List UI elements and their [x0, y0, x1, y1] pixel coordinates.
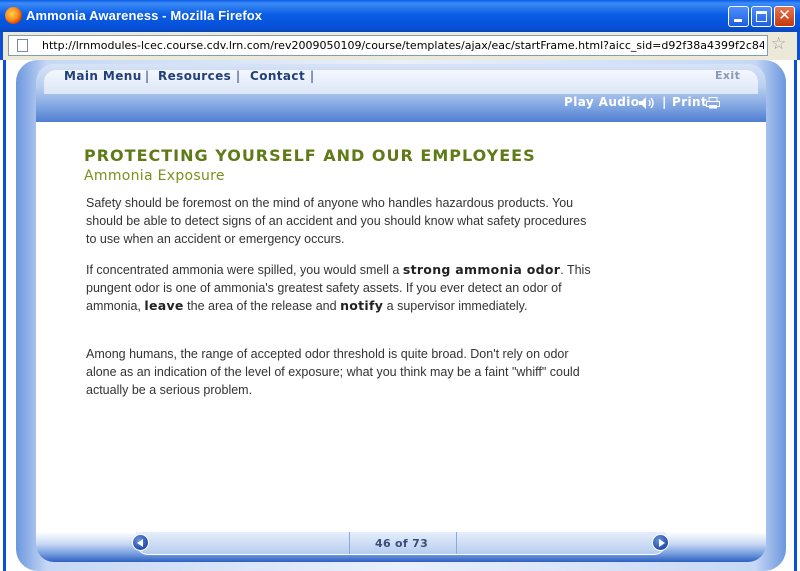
url-text[interactable]: http://lrnmodules-lcec.course.cdv.lrn.co… — [42, 39, 764, 52]
maximize-button[interactable] — [751, 6, 772, 27]
nav-separator: | — [236, 69, 241, 83]
page-heading: PROTECTING YOURSELF AND OUR EMPLOYEES — [84, 146, 536, 165]
bookmark-star-icon[interactable]: ☆ — [771, 34, 786, 54]
play-audio-link[interactable]: Play Audio — [564, 95, 639, 109]
pager-divider — [349, 532, 350, 554]
exit-link[interactable]: Exit — [715, 69, 740, 82]
minimize-button[interactable] — [728, 6, 749, 27]
page-subheading: Ammonia Exposure — [84, 168, 225, 184]
paragraph-odor: If concentrated ammonia were spilled, yo… — [86, 261, 591, 315]
next-arrow-icon — [659, 539, 665, 547]
emphasis-notify: notify — [340, 298, 384, 313]
emphasis-leave: leave — [144, 298, 184, 313]
next-page-button[interactable] — [652, 534, 669, 551]
print-link[interactable]: Print — [672, 95, 707, 109]
page-icon — [17, 39, 28, 52]
address-bar: http://lrnmodules-lcec.course.cdv.lrn.co… — [0, 32, 800, 60]
firefox-icon — [5, 7, 22, 24]
previous-page-button[interactable] — [132, 534, 149, 551]
text-span: the area of the release and — [183, 299, 341, 313]
window-title: Ammonia Awareness - Mozilla Firefox — [26, 8, 263, 23]
url-field[interactable]: http://lrnmodules-lcec.course.cdv.lrn.co… — [8, 35, 768, 56]
pager-divider — [456, 532, 457, 554]
nav-separator: | — [145, 69, 150, 83]
main-menu-link[interactable]: Main Menu — [64, 69, 142, 83]
prev-arrow-icon — [137, 539, 143, 547]
utility-separator: | — [662, 95, 667, 109]
close-icon: ✕ — [778, 6, 791, 24]
paragraph-safety: Safety should be foremost on the mind of… — [86, 196, 587, 246]
browser-content: Main Menu | Resources | Contact | Exit P… — [3, 60, 797, 571]
nav-separator: | — [310, 69, 315, 83]
maximize-icon — [756, 11, 767, 22]
speaker-icon[interactable] — [638, 96, 656, 110]
page-counter: 46 of 73 — [375, 537, 429, 550]
window-titlebar[interactable]: Ammonia Awareness - Mozilla Firefox ✕ — [0, 0, 800, 32]
contact-link[interactable]: Contact — [250, 69, 305, 83]
printer-icon[interactable] — [706, 97, 720, 109]
paragraph-threshold: Among humans, the range of accepted odor… — [86, 347, 580, 397]
course-nav-bar — [44, 70, 758, 94]
emphasis-strong-odor: strong ammonia odor — [402, 262, 561, 277]
text-span: a supervisor immediately. — [383, 299, 528, 313]
minimize-icon — [734, 19, 742, 22]
course-shell — [16, 60, 786, 571]
close-button[interactable]: ✕ — [774, 6, 795, 27]
text-span: If concentrated ammonia were spilled, yo… — [86, 263, 403, 277]
resources-link[interactable]: Resources — [158, 69, 231, 83]
